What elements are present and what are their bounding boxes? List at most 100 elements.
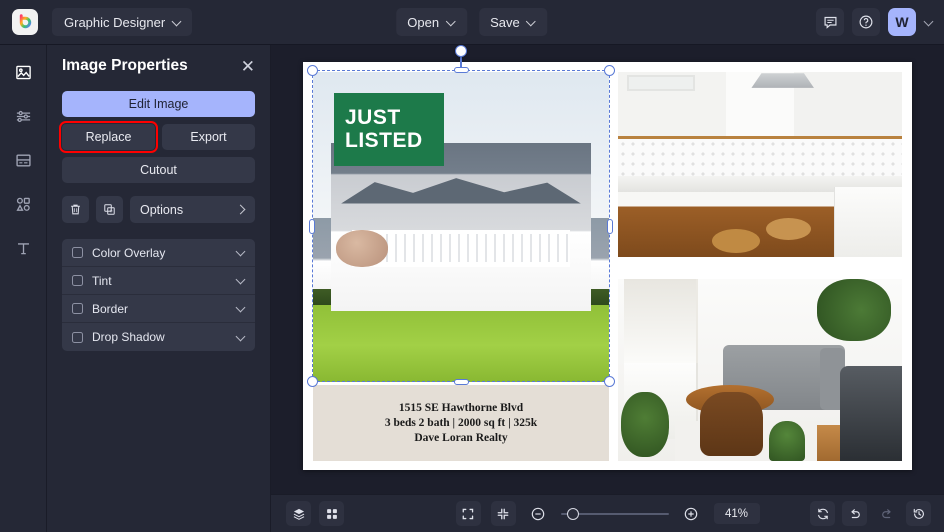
kitchen-photo[interactable] xyxy=(618,72,902,257)
effect-label: Border xyxy=(92,302,227,316)
cutout-button[interactable]: Cutout xyxy=(62,157,255,183)
bottom-left-group xyxy=(286,501,344,526)
grid-icon[interactable] xyxy=(319,501,344,526)
duplicate-icon[interactable] xyxy=(96,196,123,223)
chevron-down-icon[interactable] xyxy=(925,18,934,27)
edit-image-label: Edit Image xyxy=(129,97,189,111)
living-room-photo[interactable] xyxy=(618,279,902,461)
chevron-down-icon[interactable] xyxy=(236,304,245,313)
chevron-right-icon xyxy=(237,206,245,214)
chevron-down-icon xyxy=(173,18,182,27)
hex-tile-backsplash xyxy=(618,139,902,176)
effect-label: Drop Shadow xyxy=(92,330,227,344)
zoom-controls: 41% xyxy=(456,501,760,526)
badge-line-2: LISTED xyxy=(345,130,444,152)
sidebar-item-image[interactable] xyxy=(8,57,38,87)
chevron-down-icon xyxy=(528,18,537,27)
effect-label: Tint xyxy=(92,274,227,288)
rotation-stem xyxy=(460,54,462,71)
kitchen-upper-cabinets xyxy=(618,72,902,139)
avatar[interactable]: W xyxy=(888,8,916,36)
chevron-down-icon[interactable] xyxy=(236,333,245,342)
top-toolbar: Graphic Designer Open Save xyxy=(0,0,944,45)
fit-screen-icon[interactable] xyxy=(456,501,481,526)
caption-realty: Dave Loran Realty xyxy=(414,432,507,444)
chevron-down-icon[interactable] xyxy=(236,248,245,257)
color-overlay-checkbox[interactable] xyxy=(72,247,83,258)
left-tool-rail xyxy=(0,45,47,532)
sidebar-item-text[interactable] xyxy=(8,233,38,263)
border-checkbox[interactable] xyxy=(72,303,83,314)
effect-color-overlay[interactable]: Color Overlay xyxy=(62,239,255,267)
history-icon[interactable] xyxy=(906,501,931,526)
app-root: Graphic Designer Open Save xyxy=(0,0,944,532)
house-plant xyxy=(817,279,891,341)
effects-list: Color Overlay Tint Border Drop Shadow xyxy=(62,239,255,351)
zoom-level-value[interactable]: 41% xyxy=(714,503,760,524)
chevron-down-icon xyxy=(447,18,456,27)
wooden-chair xyxy=(700,392,762,456)
replace-export-row: Replace Export xyxy=(62,124,255,150)
sidebar-item-layout[interactable] xyxy=(8,145,38,175)
replace-button[interactable]: Replace xyxy=(62,124,155,150)
open-button[interactable]: Open xyxy=(396,8,467,36)
zoom-slider-knob[interactable] xyxy=(567,508,579,520)
bottom-toolbar: 41% xyxy=(271,494,944,532)
app-logo-icon[interactable] xyxy=(12,9,38,35)
drop-shadow-checkbox[interactable] xyxy=(72,332,83,343)
edit-image-button[interactable]: Edit Image xyxy=(62,91,255,117)
design-page[interactable]: JUST LISTED 1515 SE Hawthorne Blvd 3 bed… xyxy=(303,62,912,470)
roof-region xyxy=(341,177,581,204)
export-label: Export xyxy=(190,130,226,144)
house-plant xyxy=(769,421,806,461)
canvas-area[interactable]: JUST LISTED 1515 SE Hawthorne Blvd 3 bed… xyxy=(271,45,944,494)
bookshelf xyxy=(624,279,698,363)
close-icon[interactable]: ✕ xyxy=(241,58,255,75)
export-button[interactable]: Export xyxy=(162,124,255,150)
effect-drop-shadow[interactable]: Drop Shadow xyxy=(62,323,255,351)
options-label: Options xyxy=(140,203,183,217)
avatar-initial: W xyxy=(895,14,908,30)
page-title: Image Properties xyxy=(62,57,188,75)
house-body xyxy=(331,143,591,310)
lower-cabinets xyxy=(834,187,902,257)
redo-icon[interactable] xyxy=(874,501,899,526)
just-listed-badge[interactable]: JUST LISTED xyxy=(334,93,444,166)
sidebar-item-shapes[interactable] xyxy=(8,189,38,219)
zoom-slider[interactable] xyxy=(561,507,669,521)
lawn-region xyxy=(313,301,609,382)
help-icon[interactable] xyxy=(852,8,880,36)
chevron-down-icon[interactable] xyxy=(236,276,245,285)
sidebar-item-adjust[interactable] xyxy=(8,101,38,131)
effect-tint[interactable]: Tint xyxy=(62,267,255,295)
options-row[interactable]: Options xyxy=(130,196,255,223)
badge-line-1: JUST xyxy=(345,107,444,129)
save-button[interactable]: Save xyxy=(479,8,548,36)
layers-icon[interactable] xyxy=(286,501,311,526)
image-properties-panel: Image Properties ✕ Edit Image Replace Ex… xyxy=(47,45,271,532)
front-bush xyxy=(336,230,388,267)
artboard: JUST LISTED 1515 SE Hawthorne Blvd 3 bed… xyxy=(313,72,902,461)
house-exterior-photo[interactable]: JUST LISTED xyxy=(313,72,609,382)
rotate-handle[interactable] xyxy=(455,45,467,57)
effect-border[interactable]: Border xyxy=(62,295,255,323)
caption-details: 3 beds 2 bath | 2000 sq ft | 325k xyxy=(385,417,537,429)
zoom-out-icon[interactable] xyxy=(526,501,551,526)
lounge-chair xyxy=(840,366,902,461)
document-type-selector[interactable]: Graphic Designer xyxy=(52,8,192,36)
history-controls xyxy=(810,501,931,526)
trash-icon[interactable] xyxy=(62,196,89,223)
reset-icon[interactable] xyxy=(810,501,835,526)
comment-icon[interactable] xyxy=(816,8,844,36)
undo-icon[interactable] xyxy=(842,501,867,526)
zoom-in-icon[interactable] xyxy=(679,501,704,526)
account-actions-group: W xyxy=(816,8,934,36)
shrink-icon[interactable] xyxy=(491,501,516,526)
tint-checkbox[interactable] xyxy=(72,275,83,286)
replace-label: Replace xyxy=(86,130,132,144)
cutout-label: Cutout xyxy=(140,163,177,177)
document-type-label: Graphic Designer xyxy=(64,15,165,30)
open-label: Open xyxy=(407,15,439,30)
listing-caption[interactable]: 1515 SE Hawthorne Blvd 3 beds 2 bath | 2… xyxy=(313,385,609,461)
object-actions-row: Options xyxy=(62,196,255,223)
